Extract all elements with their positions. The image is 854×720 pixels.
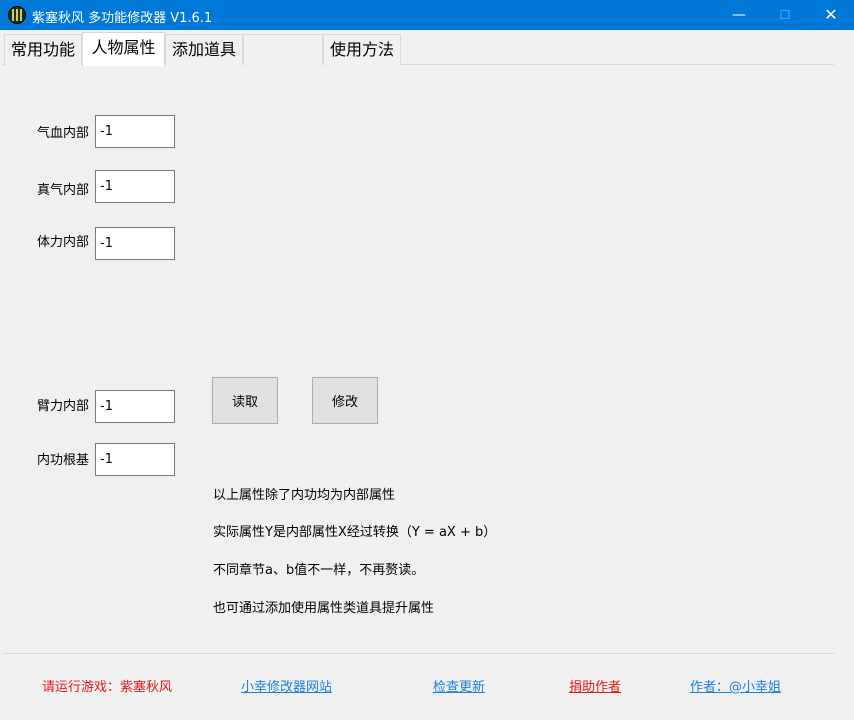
tab-character-attributes[interactable]: 人物属性 (82, 32, 165, 66)
inner-power-base-input[interactable] (95, 443, 175, 476)
app-icon (8, 6, 26, 24)
tab-add-items[interactable]: 添加道具 (165, 34, 243, 65)
check-update-link[interactable]: 检查更新 (433, 676, 485, 695)
modify-button[interactable]: 修改 (312, 377, 378, 424)
note-line-2: 实际属性Y是内部属性X经过转换（Y = aX + b） (213, 525, 497, 540)
close-button[interactable]: ✕ (808, 0, 854, 30)
hp-internal-label: 气血内部 (37, 126, 90, 141)
note-line-3: 不同章节a、b值不一样，不再赘读。 (213, 563, 425, 578)
note-line-1: 以上属性除了内功均为内部属性 (213, 488, 396, 503)
strength-internal-input[interactable] (95, 390, 175, 423)
stamina-internal-input[interactable] (95, 227, 175, 260)
window-title: 紫塞秋风 多功能修改器 V1.6.1 (32, 11, 213, 26)
hp-internal-input[interactable] (95, 115, 175, 148)
tab-usage[interactable]: 使用方法 (323, 34, 401, 65)
inner-power-base-label: 内功根基 (37, 453, 90, 468)
run-game-status: 请运行游戏：紫塞秋风 (42, 680, 173, 695)
maximize-button[interactable]: ☐ (762, 0, 808, 30)
title-bar: 紫塞秋风 多功能修改器 V1.6.1 — ☐ ✕ (0, 0, 854, 30)
footer-divider (2, 653, 834, 654)
site-link[interactable]: 小幸修改器网站 (241, 676, 332, 695)
qi-internal-label: 真气内部 (37, 183, 90, 198)
strength-internal-label: 臂力内部 (37, 399, 90, 414)
qi-internal-input[interactable] (95, 170, 175, 203)
stamina-internal-label: 体力内部 (37, 235, 90, 250)
tab-common-functions[interactable]: 常用功能 (4, 34, 82, 65)
note-line-4: 也可通过添加使用属性类道具提升属性 (213, 601, 435, 616)
donate-link[interactable]: 捐助作者 (569, 676, 621, 695)
read-button[interactable]: 读取 (212, 377, 278, 424)
tab-blank[interactable] (243, 34, 323, 65)
author-link[interactable]: 作者：@小幸姐 (690, 676, 781, 695)
minimize-button[interactable]: — (716, 0, 762, 30)
